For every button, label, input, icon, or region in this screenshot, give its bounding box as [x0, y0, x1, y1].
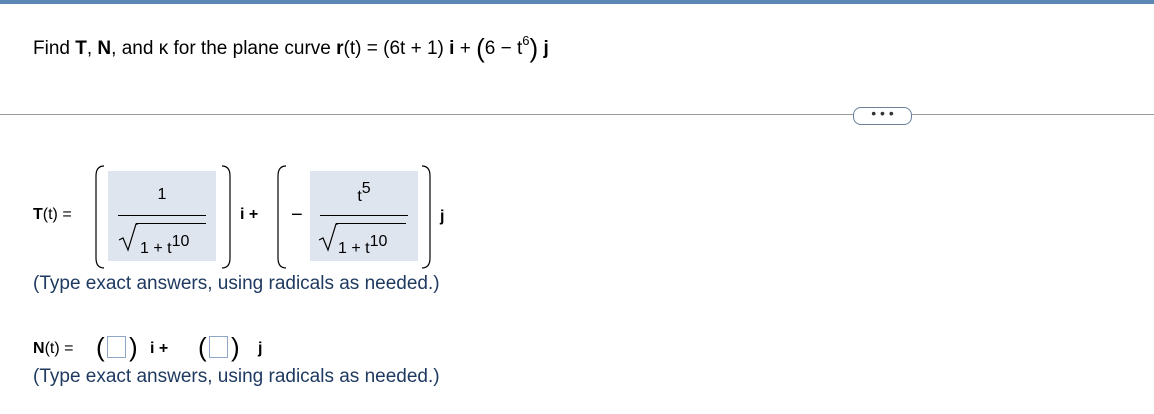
T-first-paren-right	[221, 165, 231, 269]
question-paren-close: )	[529, 33, 539, 63]
T-second-den-base: 1 + t	[338, 240, 370, 257]
T-second-sqrt-icon	[318, 223, 338, 252]
T-label-tail: (t) =	[42, 206, 72, 223]
question-comma: ,	[86, 38, 98, 59]
N-label-tail: (t) =	[44, 340, 74, 357]
T-second-sign: −	[291, 204, 303, 226]
N-label-letter: N	[33, 340, 45, 357]
N-label: N(t) =	[33, 340, 73, 358]
T-j-label-text: j	[440, 208, 445, 225]
T-first-denominator: 1 + t10	[140, 233, 189, 258]
T-second-fraction-bar	[320, 215, 408, 216]
T-first-fraction-bar	[118, 215, 206, 216]
question-N: N	[97, 38, 112, 59]
question-and: , and	[111, 38, 159, 59]
T-second-paren-left	[277, 165, 287, 269]
question-prefix: Find	[33, 38, 76, 59]
T-first-sqrt-bar	[136, 223, 206, 224]
N-paren-open-2: (	[198, 332, 207, 362]
T-i-label: i +	[240, 206, 258, 224]
question-plus: +	[454, 38, 477, 59]
question-six-minus: 6 − t	[484, 38, 523, 59]
answer-hint-1: (Type exact answers, using radicals as n…	[33, 273, 440, 294]
T-first-numerator: 1	[157, 186, 167, 203]
T-first-sqrt-icon	[118, 223, 138, 252]
T-second-denominator: 1 + t10	[338, 233, 387, 258]
N-i-label-text: i +	[150, 340, 169, 357]
question-j: j	[543, 38, 549, 59]
question-middle: for the plane curve	[168, 38, 337, 59]
more-options-button[interactable]: • • •	[853, 106, 912, 125]
T-label-letter: T	[33, 206, 43, 223]
N-j-label: j	[258, 340, 262, 358]
T-second-num-exp: 5	[361, 180, 371, 197]
T-i-label-text: i +	[240, 206, 259, 223]
question-kappa: κ	[158, 38, 169, 59]
T-first-den-base: 1 + t	[140, 240, 172, 257]
question-r-arg: (t) = (6t + 1)	[343, 38, 450, 59]
N-i-label: i +	[150, 340, 168, 358]
T-first-paren-left	[95, 165, 105, 269]
N-j-label-text: j	[258, 340, 263, 357]
question-r: r	[336, 38, 344, 59]
N-paren-close-1: )	[129, 332, 138, 362]
T-j-label: j	[440, 208, 444, 226]
N-i-component-input[interactable]	[107, 336, 126, 358]
top-accent-bar	[0, 0, 1154, 4]
T-second-sqrt-bar	[336, 223, 406, 224]
T-second-den-exp: 10	[369, 233, 388, 250]
N-j-component-input[interactable]	[209, 336, 228, 358]
T-label: T(t) =	[33, 206, 72, 224]
T-first-den-exp: 10	[171, 233, 190, 250]
question-paren-open: (	[476, 33, 485, 63]
question-text: Find T, N, and κ for the plane curve r(t…	[33, 33, 549, 64]
T-second-numerator: t5	[310, 180, 418, 206]
T-second-paren-right	[421, 165, 431, 269]
question-T: T	[75, 38, 87, 59]
section-divider	[0, 114, 1154, 115]
N-paren-open-1: (	[96, 332, 105, 362]
N-paren-close-2: )	[231, 332, 240, 362]
answer-hint-2: (Type exact answers, using radicals as n…	[33, 366, 440, 387]
